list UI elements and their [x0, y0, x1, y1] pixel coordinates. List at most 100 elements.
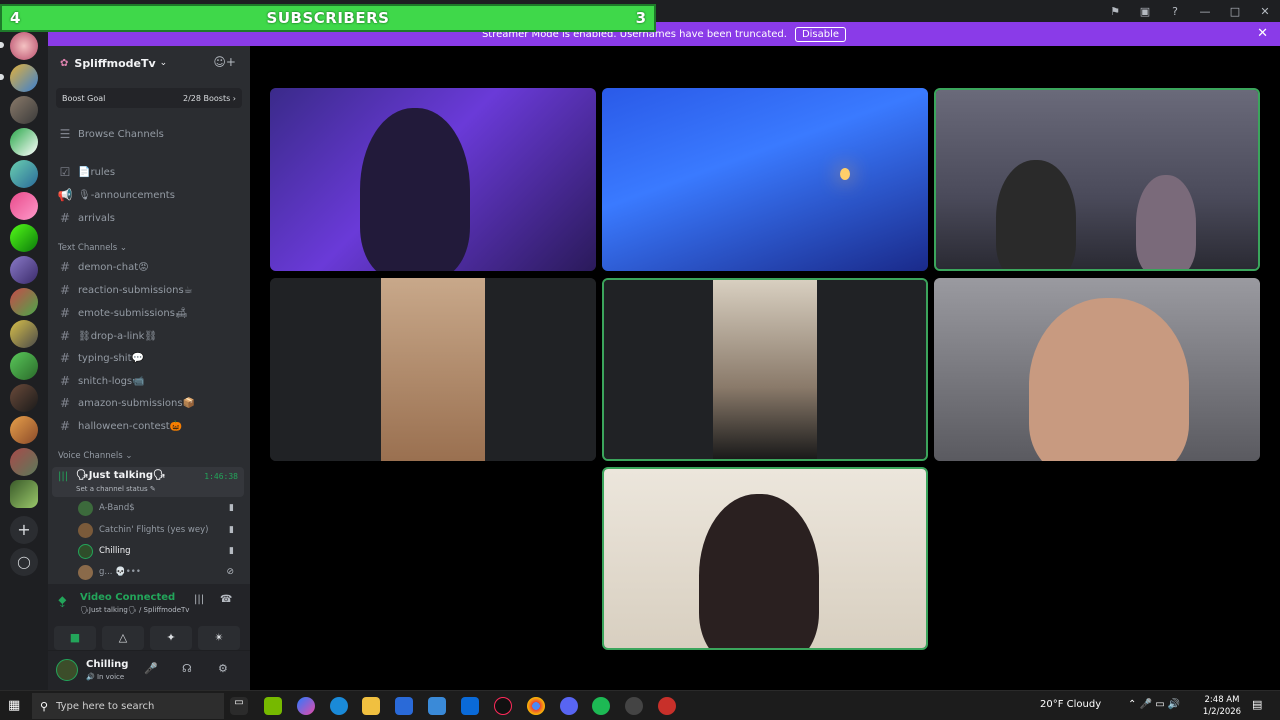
disconnect-icon[interactable]: ☎	[220, 594, 232, 605]
camera-icon: ▮	[229, 503, 234, 513]
minimize-button[interactable]: —	[1190, 5, 1220, 18]
server-icon[interactable]	[10, 384, 38, 412]
outlook-icon[interactable]	[461, 697, 479, 715]
server-icon[interactable]	[10, 96, 38, 124]
server-icon[interactable]	[10, 480, 38, 508]
chrome-icon[interactable]	[527, 697, 545, 715]
server-icon[interactable]	[10, 320, 38, 348]
video-tile[interactable]	[602, 278, 928, 461]
avatar[interactable]	[56, 659, 78, 681]
voice-channel-just-talking[interactable]: ||| 🗣Just talking🗣 Set a channel status …	[52, 467, 244, 497]
channel-rules[interactable]: ☑ 📄rules	[56, 162, 244, 182]
screen-share-button[interactable]: △	[102, 626, 144, 650]
server-icon[interactable]	[10, 416, 38, 444]
channel-item[interactable]: # typing-shit💬	[56, 348, 244, 368]
channel-item[interactable]: # halloween-contest🎃	[56, 416, 244, 436]
voice-channels-category[interactable]: Voice Channels ⌄	[58, 451, 132, 461]
taskbar-search[interactable]: ⚲ Type here to search	[32, 693, 224, 719]
task-view-icon[interactable]: ▭	[230, 697, 248, 715]
inbox-icon[interactable]: ⚑	[1100, 5, 1130, 18]
video-tile[interactable]	[602, 88, 928, 271]
channel-arrivals[interactable]: # arrivals	[56, 208, 244, 228]
video-tile[interactable]	[934, 278, 1260, 461]
channel-item[interactable]: # ⛓drop-a-link⛓	[56, 326, 244, 346]
channel-item[interactable]: # emote-submissions🛋	[56, 303, 244, 323]
boost-goal[interactable]: Boost Goal 2/28 Boosts ›	[56, 88, 242, 108]
server-header[interactable]: ✿ SpliffmodeTv ⌄ ☺+	[48, 46, 250, 80]
video-tile[interactable]	[934, 88, 1260, 271]
server-icon[interactable]	[10, 128, 38, 156]
server-icon[interactable]	[10, 448, 38, 476]
channel-item[interactable]: # snitch-logs📹	[56, 371, 244, 391]
close-icon[interactable]: ✕	[1257, 26, 1268, 41]
copilot-icon[interactable]	[297, 697, 315, 715]
file-explorer-icon[interactable]	[362, 697, 380, 715]
discord-icon[interactable]	[560, 697, 578, 715]
settings-icon[interactable]	[625, 697, 643, 715]
weather-widget[interactable]: 20°F Cloudy	[1040, 699, 1101, 710]
voice-user[interactable]: g... 💀••• ⊘	[78, 562, 238, 582]
voice-user[interactable]: Chilling ▮	[78, 541, 238, 561]
channel-item[interactable]: # amazon-submissions📦	[56, 393, 244, 413]
channel-label: snitch-logs📹	[78, 375, 145, 387]
voice-status-subtitle: 🗣Just talking🗣 / SpliffmodeTv	[80, 606, 190, 614]
noise-suppression-icon[interactable]: |||	[194, 594, 204, 605]
server-icon[interactable]	[10, 224, 38, 252]
disable-button[interactable]: Disable	[794, 26, 847, 42]
unread-pip	[0, 74, 4, 80]
hash-icon: #	[59, 419, 71, 433]
voice-user[interactable]: Catchin' Flights (yes wey) ▮	[78, 520, 238, 540]
voice-channel-name: 🗣Just talking🗣	[76, 470, 166, 481]
server-icon[interactable]	[10, 64, 38, 92]
windows-taskbar: ▦ ⚲ Type here to search ▭ 20°F Cloudy ⌃ …	[0, 690, 1280, 720]
close-window-button[interactable]: ✕	[1250, 5, 1280, 18]
video-tile[interactable]	[270, 88, 596, 271]
edge-icon[interactable]	[330, 697, 348, 715]
server-icon[interactable]	[10, 256, 38, 284]
screen-icon[interactable]: ▣	[1130, 5, 1160, 18]
tiktok-icon[interactable]	[494, 697, 512, 715]
spotify-icon[interactable]	[592, 697, 610, 715]
add-server-icon[interactable]: +	[10, 516, 38, 544]
nvidia-app-icon[interactable]	[264, 697, 282, 715]
microphone-icon[interactable]: 🎤	[144, 662, 158, 675]
soundboard-button[interactable]: ✴	[198, 626, 240, 650]
channel-announcements[interactable]: 📢 🎙-announcements	[56, 185, 244, 205]
voice-status-title[interactable]: Video Connected	[80, 592, 175, 603]
camera-button[interactable]: ■	[54, 626, 96, 650]
signal-icon[interactable]: ⧪	[58, 594, 67, 608]
app-icon[interactable]	[658, 697, 676, 715]
discover-icon[interactable]: ◯	[10, 548, 38, 576]
channel-item[interactable]: # reaction-submissions☕	[56, 280, 244, 300]
system-tray-icons[interactable]: ⌃ 🎤 ▭ 🔊	[1128, 699, 1180, 710]
video-tile[interactable]	[602, 467, 928, 650]
store-icon[interactable]	[395, 697, 413, 715]
windows-start-icon[interactable]: ▦	[8, 698, 20, 713]
server-icon[interactable]	[10, 352, 38, 380]
video-tile[interactable]	[270, 278, 596, 461]
server-icon[interactable]	[10, 32, 38, 60]
voice-user-name: Catchin' Flights (yes wey)	[99, 525, 209, 535]
app-icon[interactable]	[428, 697, 446, 715]
invite-icon[interactable]: ☺+	[213, 55, 236, 69]
channel-status[interactable]: Set a channel status ✎	[76, 485, 156, 493]
notification-icon[interactable]: ▤	[1252, 698, 1262, 711]
text-channels-category[interactable]: Text Channels ⌄	[58, 243, 127, 253]
taskbar-clock[interactable]: 2:48 AM 1/2/2026	[1200, 694, 1244, 718]
hash-icon: #	[59, 396, 71, 410]
voice-user[interactable]: A-Band$ ▮	[78, 498, 238, 518]
settings-gear-icon[interactable]: ⚙	[218, 662, 228, 675]
channel-item[interactable]: # demon-chat😡	[56, 257, 244, 277]
server-icon[interactable]	[10, 192, 38, 220]
activities-button[interactable]: ✦	[150, 626, 192, 650]
server-name: SpliffmodeTv	[74, 56, 156, 70]
server-icon[interactable]	[10, 160, 38, 188]
headphones-icon[interactable]: ☊	[182, 662, 192, 675]
chevron-down-icon: ⌄	[159, 58, 168, 68]
username[interactable]: Chilling	[86, 659, 128, 670]
server-icon[interactable]	[10, 288, 38, 316]
participant-silhouette	[1136, 175, 1196, 269]
maximize-button[interactable]: □	[1220, 5, 1250, 18]
browse-channels[interactable]: ☰ Browse Channels	[56, 124, 244, 144]
help-icon[interactable]: ?	[1160, 5, 1190, 18]
